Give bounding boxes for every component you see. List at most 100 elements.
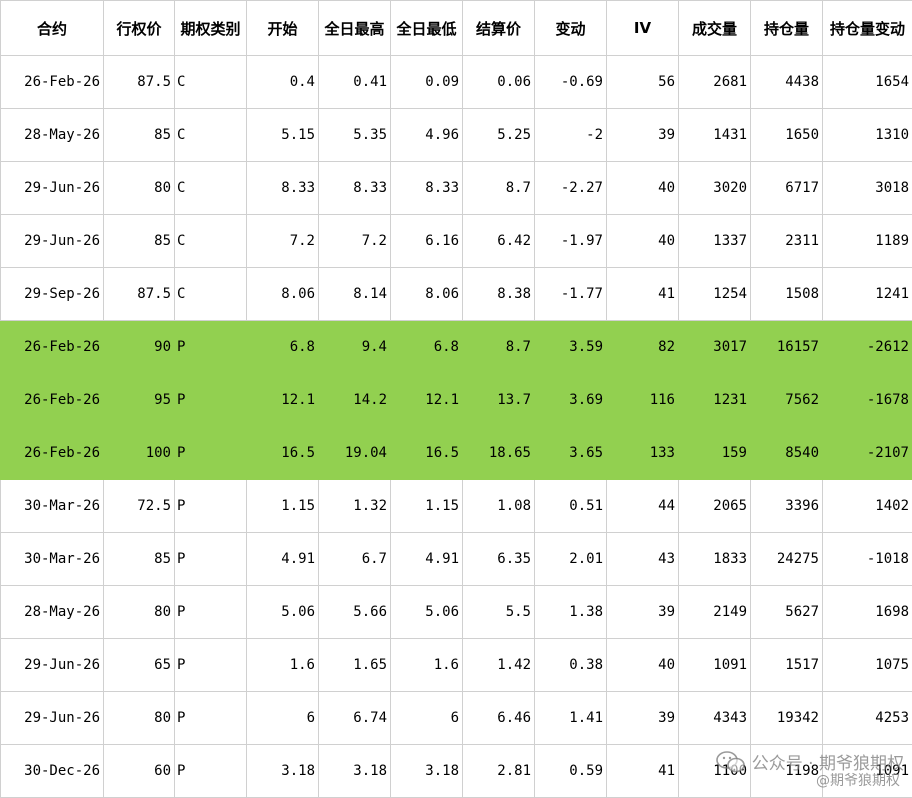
cell-volume: 1337 (679, 215, 751, 268)
cell-low: 3.18 (391, 745, 463, 798)
cell-strike: 100 (104, 427, 175, 480)
cell-low: 8.33 (391, 162, 463, 215)
table-row: 26-Feb-26100P16.519.0416.518.653.6513315… (1, 427, 912, 480)
table-body: 26-Feb-2687.5C0.40.410.090.06-0.69562681… (1, 56, 912, 798)
cell-contract: 29-Jun-26 (1, 215, 104, 268)
cell-open-interest: 2311 (751, 215, 823, 268)
table-row: 30-Mar-2685P4.916.74.916.352.01431833242… (1, 533, 912, 586)
cell-settlement: 13.7 (463, 374, 535, 427)
cell-contract: 29-Sep-26 (1, 268, 104, 321)
cell-iv: 116 (607, 374, 679, 427)
cell-change: 2.01 (535, 533, 607, 586)
cell-iv: 39 (607, 692, 679, 745)
cell-open: 0.4 (247, 56, 319, 109)
cell-high: 7.2 (319, 215, 391, 268)
cell-low: 16.5 (391, 427, 463, 480)
cell-open: 6 (247, 692, 319, 745)
cell-strike: 72.5 (104, 480, 175, 533)
cell-oi-change: -2107 (823, 427, 912, 480)
cell-change: 3.59 (535, 321, 607, 374)
cell-settlement: 18.65 (463, 427, 535, 480)
cell-option-type: P (175, 374, 247, 427)
cell-settlement: 2.81 (463, 745, 535, 798)
cell-strike: 85 (104, 215, 175, 268)
table-row: 29-Jun-2685C7.27.26.166.42-1.97401337231… (1, 215, 912, 268)
cell-strike: 90 (104, 321, 175, 374)
cell-contract: 30-Mar-26 (1, 533, 104, 586)
cell-open-interest: 8540 (751, 427, 823, 480)
cell-iv: 43 (607, 533, 679, 586)
cell-oi-change: 4253 (823, 692, 912, 745)
cell-open: 6.8 (247, 321, 319, 374)
cell-high: 19.04 (319, 427, 391, 480)
col-header-open-interest: 持仓量 (751, 1, 823, 56)
cell-volume: 3017 (679, 321, 751, 374)
cell-option-type: P (175, 692, 247, 745)
cell-open: 16.5 (247, 427, 319, 480)
col-header-strike: 行权价 (104, 1, 175, 56)
cell-volume: 4343 (679, 692, 751, 745)
cell-volume: 1833 (679, 533, 751, 586)
table-row: 26-Feb-2687.5C0.40.410.090.06-0.69562681… (1, 56, 912, 109)
cell-strike: 85 (104, 533, 175, 586)
table-row: 26-Feb-2695P12.114.212.113.73.6911612317… (1, 374, 912, 427)
cell-low: 4.96 (391, 109, 463, 162)
cell-low: 0.09 (391, 56, 463, 109)
cell-iv: 40 (607, 215, 679, 268)
cell-high: 14.2 (319, 374, 391, 427)
cell-settlement: 8.38 (463, 268, 535, 321)
cell-contract: 26-Feb-26 (1, 427, 104, 480)
cell-oi-change: 1654 (823, 56, 912, 109)
cell-open: 3.18 (247, 745, 319, 798)
cell-high: 3.18 (319, 745, 391, 798)
col-header-low: 全日最低 (391, 1, 463, 56)
cell-option-type: P (175, 533, 247, 586)
cell-option-type: P (175, 639, 247, 692)
cell-open-interest: 1508 (751, 268, 823, 321)
col-header-iv: IV (607, 1, 679, 56)
cell-low: 1.6 (391, 639, 463, 692)
cell-oi-change: 1075 (823, 639, 912, 692)
col-header-settlement: 结算价 (463, 1, 535, 56)
cell-strike: 87.5 (104, 56, 175, 109)
cell-high: 5.66 (319, 586, 391, 639)
cell-oi-change: -1678 (823, 374, 912, 427)
cell-oi-change: -1018 (823, 533, 912, 586)
table-row: 26-Feb-2690P6.89.46.88.73.5982301716157-… (1, 321, 912, 374)
cell-change: 0.38 (535, 639, 607, 692)
cell-settlement: 6.35 (463, 533, 535, 586)
cell-oi-change: 1698 (823, 586, 912, 639)
cell-open: 1.15 (247, 480, 319, 533)
cell-change: 0.59 (535, 745, 607, 798)
cell-iv: 41 (607, 268, 679, 321)
cell-volume: 159 (679, 427, 751, 480)
cell-high: 0.41 (319, 56, 391, 109)
cell-change: 1.38 (535, 586, 607, 639)
cell-option-type: P (175, 745, 247, 798)
col-header-oi-change: 持仓量变动 (823, 1, 912, 56)
cell-settlement: 6.46 (463, 692, 535, 745)
watermark-secondary: @期爷狼期权 (816, 770, 900, 790)
col-header-change: 变动 (535, 1, 607, 56)
col-header-option-type: 期权类别 (175, 1, 247, 56)
cell-low: 12.1 (391, 374, 463, 427)
cell-option-type: C (175, 268, 247, 321)
cell-volume: 1091 (679, 639, 751, 692)
cell-low: 5.06 (391, 586, 463, 639)
table-row: 30-Mar-2672.5P1.151.321.151.080.51442065… (1, 480, 912, 533)
cell-low: 8.06 (391, 268, 463, 321)
cell-volume: 2681 (679, 56, 751, 109)
cell-contract: 29-Jun-26 (1, 692, 104, 745)
cell-settlement: 5.25 (463, 109, 535, 162)
cell-open-interest: 24275 (751, 533, 823, 586)
table-row: 29-Sep-2687.5C8.068.148.068.38-1.7741125… (1, 268, 912, 321)
cell-iv: 44 (607, 480, 679, 533)
cell-oi-change: 1310 (823, 109, 912, 162)
col-header-volume: 成交量 (679, 1, 751, 56)
cell-change: -2.27 (535, 162, 607, 215)
cell-open-interest: 3396 (751, 480, 823, 533)
cell-open: 5.06 (247, 586, 319, 639)
cell-open-interest: 7562 (751, 374, 823, 427)
cell-strike: 95 (104, 374, 175, 427)
cell-change: -1.77 (535, 268, 607, 321)
